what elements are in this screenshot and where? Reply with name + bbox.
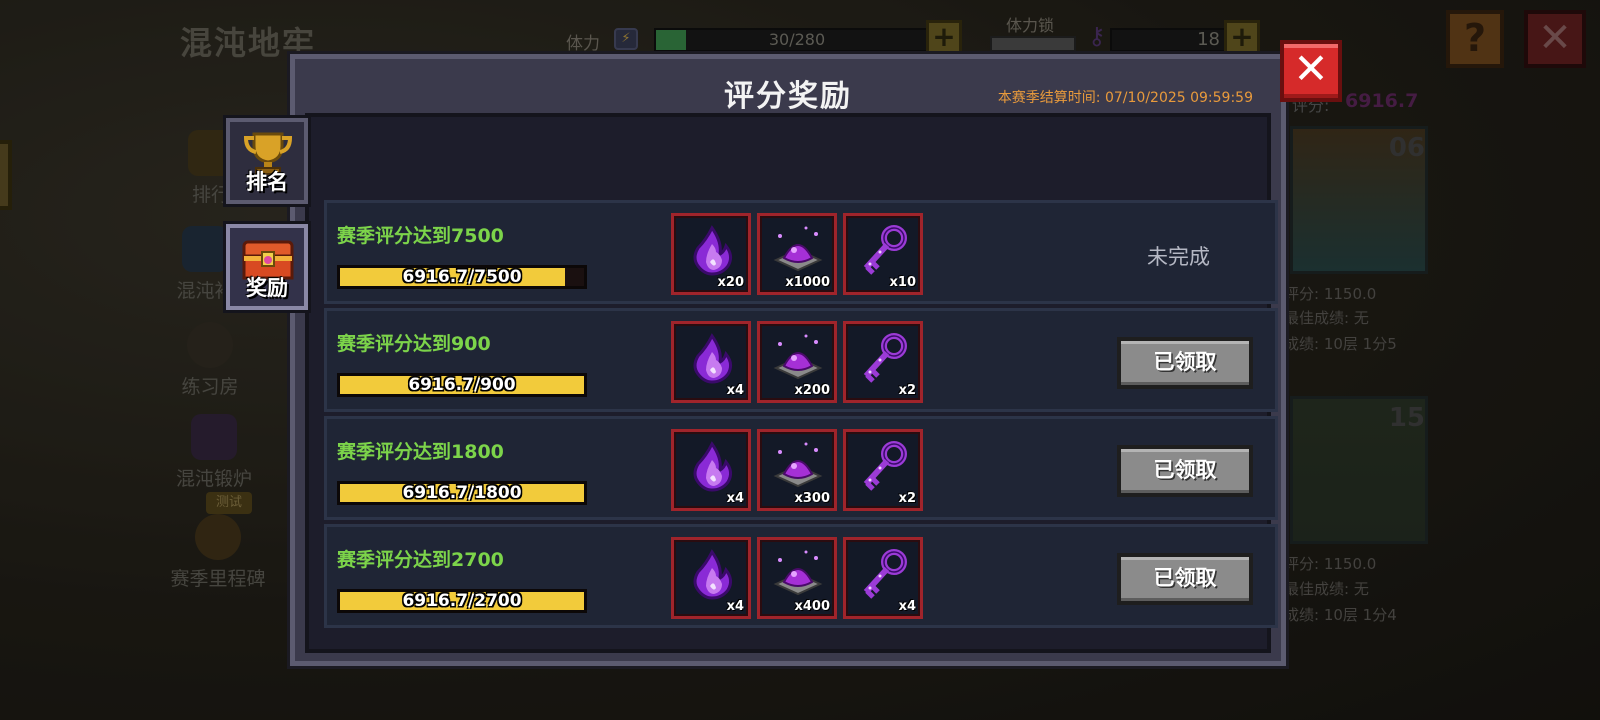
claimed-button[interactable]: 已领取 <box>1117 445 1253 497</box>
tab-label: 奖励 <box>246 276 288 300</box>
reward-row: 赛季评分达到900 6916.7/900 x4 x200 x2 已领取 <box>324 308 1278 412</box>
reward-item[interactable]: x300 <box>757 429 837 511</box>
reward-count: x4 <box>726 599 744 614</box>
reward-count: x300 <box>794 491 830 506</box>
reward-item[interactable]: x10 <box>843 213 923 295</box>
progress-bar: 6916.7/900 <box>337 373 587 397</box>
row-title: 赛季评分达到1800 <box>337 441 504 463</box>
reward-count: x4 <box>898 599 916 614</box>
reward-count: x1000 <box>785 275 830 290</box>
status-incomplete: 未完成 <box>1147 245 1210 269</box>
reward-count: x20 <box>717 275 744 290</box>
reward-item[interactable]: x20 <box>671 213 751 295</box>
row-title: 赛季评分达到900 <box>337 333 491 355</box>
reward-item[interactable]: x200 <box>757 321 837 403</box>
progress-text: 6916.7/900 <box>408 375 516 395</box>
reward-item[interactable]: x4 <box>671 537 751 619</box>
reward-item[interactable]: x4 <box>671 321 751 403</box>
reward-count: x10 <box>889 275 916 290</box>
reward-count: x4 <box>726 491 744 506</box>
tab-label: 排名 <box>246 170 288 194</box>
claimed-button[interactable]: 已领取 <box>1117 553 1253 605</box>
claimed-button[interactable]: 已领取 <box>1117 337 1253 389</box>
reward-item[interactable]: x2 <box>843 321 923 403</box>
progress-bar: 6916.7/2700 <box>337 589 587 613</box>
reward-count: x200 <box>794 383 830 398</box>
reward-item[interactable]: x1000 <box>757 213 837 295</box>
season-end-time: 本赛季结算时间: 07/10/2025 09:59:59 <box>997 90 1253 106</box>
progress-text: 6916.7/1800 <box>402 483 522 503</box>
reward-count: x4 <box>726 383 744 398</box>
progress-text: 6916.7/2700 <box>402 591 522 611</box>
reward-item[interactable]: x400 <box>757 537 837 619</box>
progress-bar: 6916.7/7500 <box>337 265 587 289</box>
reward-count: x2 <box>898 383 916 398</box>
progress-text: 6916.7/7500 <box>402 267 522 287</box>
reward-row: 赛季评分达到1800 6916.7/1800 x4 x300 x2 已领取 <box>324 416 1278 520</box>
reward-item[interactable]: x2 <box>843 429 923 511</box>
tab-ranking[interactable]: 排名 <box>226 118 308 204</box>
reward-row: 赛季评分达到2700 6916.7/2700 x4 x400 x4 已领取 <box>324 524 1278 628</box>
reward-row: 赛季评分达到7500 6916.7/7500 x20 x1000 x10 未完成 <box>324 200 1278 304</box>
progress-bar: 6916.7/1800 <box>337 481 587 505</box>
tab-rewards[interactable]: 奖励 <box>226 224 308 310</box>
reward-item[interactable]: x4 <box>843 537 923 619</box>
row-title: 赛季评分达到2700 <box>337 549 504 571</box>
close-button[interactable]: ✕ <box>1280 40 1342 102</box>
reward-count: x2 <box>898 491 916 506</box>
reward-item[interactable]: x4 <box>671 429 751 511</box>
row-title: 赛季评分达到7500 <box>337 225 504 247</box>
reward-count: x400 <box>794 599 830 614</box>
